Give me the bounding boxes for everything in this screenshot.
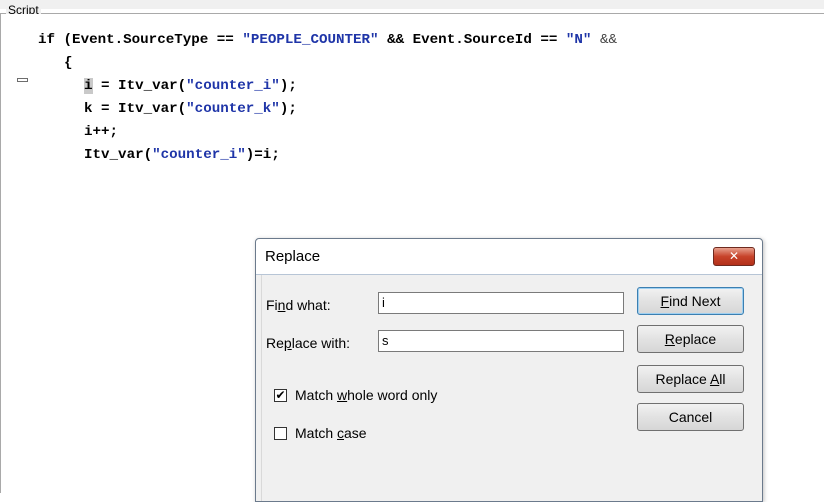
dialog-titlebar[interactable]: Replace ✕ [256, 239, 762, 275]
replace-with-input[interactable]: s [378, 330, 624, 352]
close-icon: ✕ [728, 249, 740, 263]
checkmark-icon: ✔ [275, 388, 286, 402]
match-case-label[interactable]: Match case [295, 425, 367, 441]
code-line-1: if (Event.SourceType == "PEOPLE_COUNTER"… [38, 32, 617, 48]
dialog-title: Replace [265, 248, 321, 265]
match-whole-word-label[interactable]: Match whole word only [295, 387, 437, 403]
match-case-checkbox[interactable] [274, 427, 287, 440]
code-line-3: i = Itv_var("counter_i"); [84, 78, 297, 94]
code-line-6: Itv_var("counter_i")=i; [84, 147, 280, 163]
code-line-2: { [64, 55, 73, 71]
find-what-label: Find what: [266, 297, 331, 313]
close-button[interactable]: ✕ [713, 247, 755, 266]
find-what-input[interactable]: i [378, 292, 624, 314]
code-line-4: k = Itv_var("counter_k"); [84, 101, 297, 117]
match-whole-word-checkbox[interactable]: ✔ [274, 389, 287, 402]
cancel-button[interactable]: Cancel [637, 403, 744, 431]
top-strip [0, 0, 824, 9]
replace-with-label: Replace with: [266, 335, 351, 351]
fold-collapse-icon[interactable] [17, 78, 28, 82]
find-next-button[interactable]: Find Next [637, 287, 744, 315]
dialog-body: Find what: i Replace with: s Find Next R… [261, 275, 757, 501]
replace-button[interactable]: Replace [637, 325, 744, 353]
replace-all-button[interactable]: Replace All [637, 365, 744, 393]
replace-dialog: Replace ✕ Find what: i Replace with: s F… [255, 238, 763, 502]
code-line-5: i++; [84, 124, 119, 140]
